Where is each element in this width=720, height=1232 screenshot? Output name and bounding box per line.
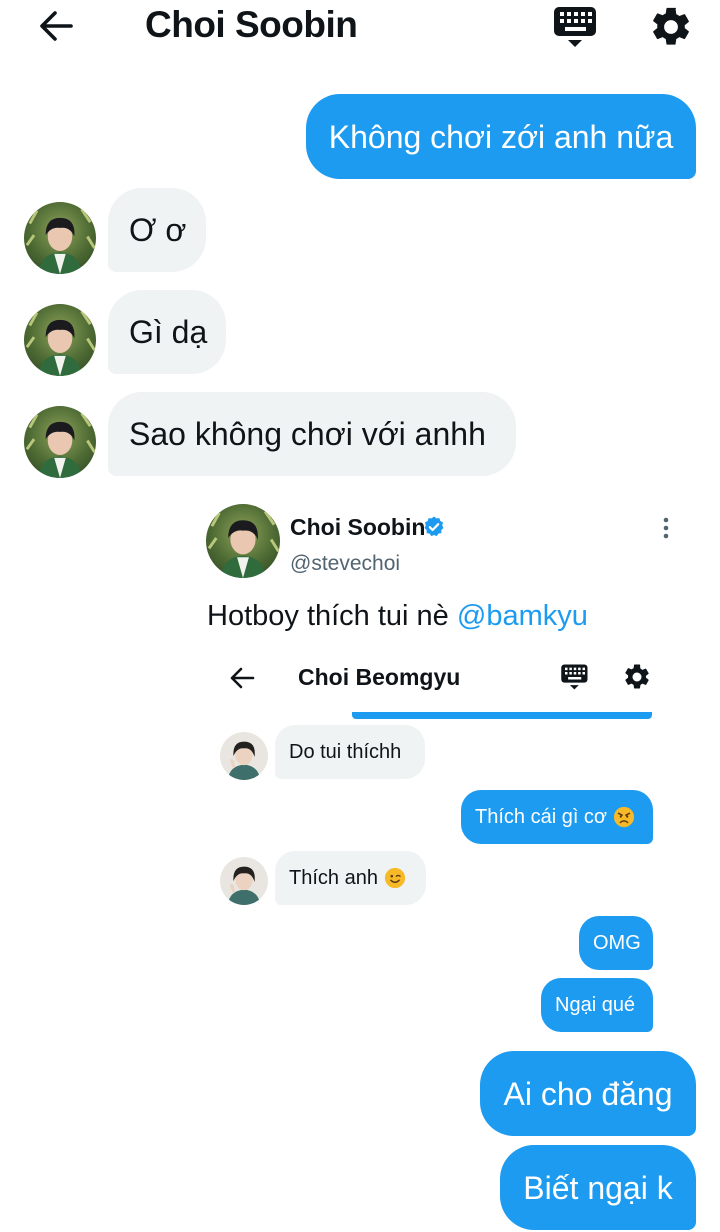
screenshot-avatar bbox=[220, 732, 268, 780]
winking-face-icon bbox=[384, 867, 406, 889]
gear-icon bbox=[653, 7, 689, 45]
message-bubble-outgoing[interactable]: Không chơi zới anh nữa bbox=[306, 94, 696, 179]
screenshot-avatar bbox=[220, 857, 268, 905]
settings-button[interactable] bbox=[648, 4, 696, 50]
more-vertical-icon bbox=[663, 517, 669, 539]
avatar[interactable] bbox=[24, 202, 96, 274]
screenshot-message-text: Thích anh bbox=[289, 867, 378, 889]
tweet-author-avatar[interactable] bbox=[206, 504, 280, 578]
message-bubble-incoming[interactable]: Ơ ơ bbox=[108, 188, 206, 272]
tweet-mention-link[interactable]: @bamkyu bbox=[457, 600, 588, 632]
avatar[interactable] bbox=[24, 406, 96, 478]
back-button[interactable] bbox=[34, 6, 78, 46]
screenshot-message-incoming: Thích anh bbox=[275, 851, 426, 905]
screenshot-message-outgoing: Thích cái gì cơ bbox=[461, 790, 653, 844]
more-options-button[interactable] bbox=[656, 514, 676, 542]
screenshot-bubble-edge bbox=[352, 712, 652, 719]
screenshot-message-incoming: Do tui thíchh bbox=[275, 725, 425, 779]
message-bubble-incoming[interactable]: Gì dạ bbox=[108, 290, 226, 374]
avatar[interactable] bbox=[24, 304, 96, 376]
screenshot-keyboard-icon bbox=[560, 662, 590, 692]
screenshot-title: Choi Beomgyu bbox=[298, 664, 461, 690]
message-bubble-incoming[interactable]: Sao không chơi với anhh bbox=[108, 392, 516, 476]
arrow-left-icon bbox=[40, 11, 73, 41]
message-bubble-outgoing[interactable]: Biết ngại k bbox=[500, 1145, 696, 1230]
tweet-author-handle[interactable]: @stevechoi bbox=[290, 552, 400, 576]
screenshot-gear-icon bbox=[622, 662, 652, 692]
tweet-author-name[interactable]: Choi Soobin bbox=[290, 514, 425, 541]
message-bubble-outgoing[interactable]: Ai cho đăng bbox=[480, 1051, 696, 1136]
tweet-text: Hotboy thích tui nè @bamkyu bbox=[207, 600, 588, 633]
screenshot-message-outgoing: Ngại qué bbox=[541, 978, 653, 1032]
tweet-body: Hotboy thích tui nè bbox=[207, 600, 449, 632]
keyboard-icon bbox=[554, 7, 596, 47]
angry-face-icon bbox=[613, 806, 635, 828]
screenshot-message-outgoing: OMG bbox=[579, 916, 653, 970]
screenshot-back-icon bbox=[226, 662, 258, 694]
screenshot-message-text: Thích cái gì cơ bbox=[475, 806, 608, 828]
conversation-title: Choi Soobin bbox=[145, 4, 358, 45]
keyboard-button[interactable] bbox=[552, 4, 600, 50]
verified-badge-icon bbox=[422, 515, 446, 539]
